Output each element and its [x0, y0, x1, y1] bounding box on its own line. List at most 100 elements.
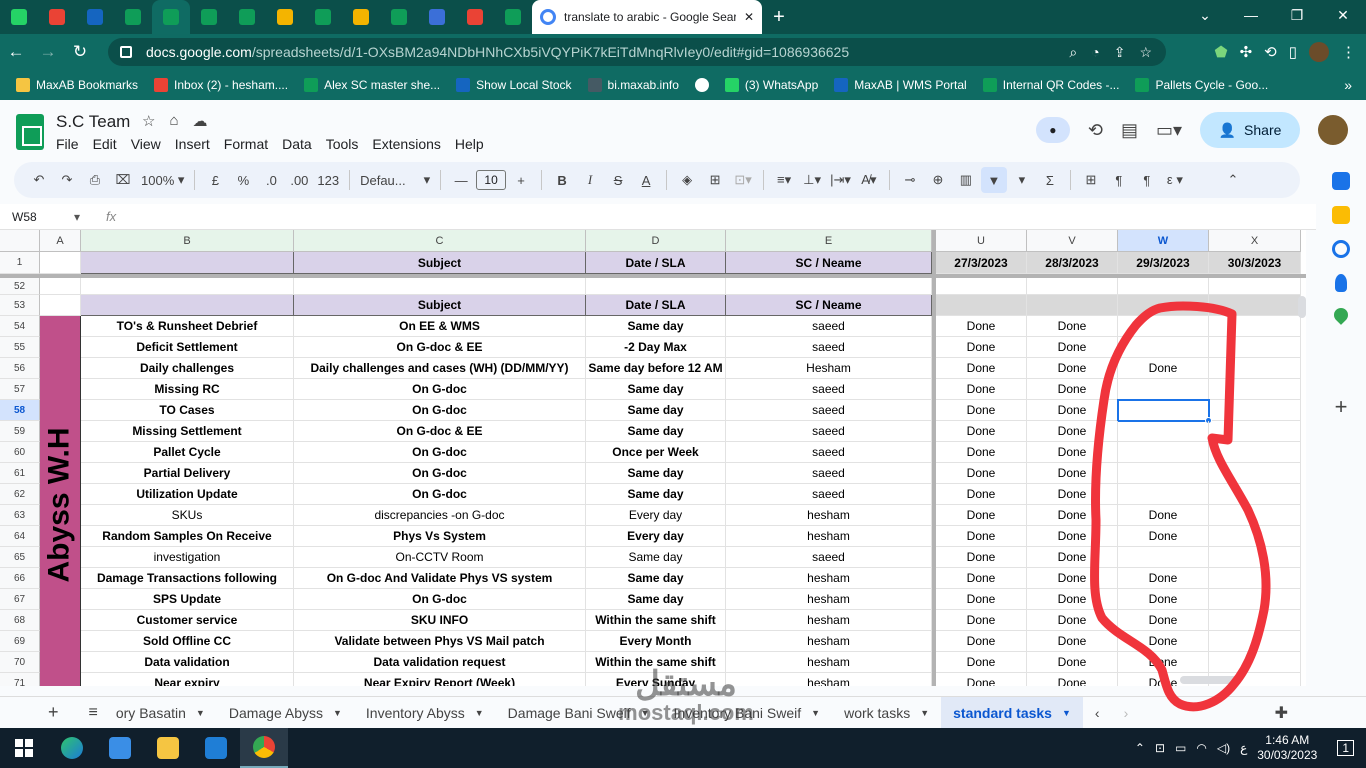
row-header[interactable]: 55 [0, 337, 40, 358]
number-format-button[interactable]: 123 [314, 167, 342, 193]
status-cell[interactable]: Done [1118, 589, 1209, 610]
sla-cell[interactable]: Same day [586, 379, 726, 400]
column-header-e[interactable]: E [726, 230, 932, 252]
filter-icon[interactable]: ▼ [980, 167, 1007, 193]
print-icon[interactable]: ⎙ [82, 167, 108, 193]
star-icon[interactable]: ☆ [142, 112, 155, 130]
borders-icon[interactable]: ⊞ [702, 167, 728, 193]
status-cell[interactable] [1209, 484, 1301, 505]
sc-cell[interactable]: hesham [726, 589, 932, 610]
increase-decimal-button[interactable]: .00 [286, 167, 312, 193]
header-cell-c[interactable]: Subject [294, 252, 586, 274]
status-cell[interactable] [1118, 316, 1209, 337]
status-cell[interactable]: Done [936, 316, 1027, 337]
start-button[interactable] [0, 728, 48, 768]
status-cell[interactable]: Done [936, 610, 1027, 631]
browser-tab[interactable] [38, 0, 76, 34]
status-cell[interactable] [1209, 547, 1301, 568]
ltr-icon[interactable]: ¶ [1106, 167, 1132, 193]
status-cell[interactable]: Done [936, 652, 1027, 673]
reload-button[interactable]: ↻ [64, 42, 96, 62]
date-header-cell[interactable]: 27/3/2023 [936, 252, 1027, 274]
task-cell[interactable]: Partial Delivery [81, 463, 294, 484]
cloud-status-icon[interactable]: ☁ [193, 112, 208, 130]
status-cell[interactable]: Done [1027, 631, 1118, 652]
row-header[interactable]: 1 [0, 252, 40, 274]
minimize-button[interactable]: — [1228, 0, 1274, 30]
task-cell[interactable]: Missing RC [81, 379, 294, 400]
task-cell[interactable]: Random Samples On Receive [81, 526, 294, 547]
sc-cell[interactable]: hesham [726, 610, 932, 631]
store-button[interactable] [96, 728, 144, 768]
zoom-select[interactable]: 100% ▾ [138, 167, 187, 193]
status-cell[interactable] [1118, 421, 1209, 442]
subject-cell[interactable]: Daily challenges and cases (WH) (DD/MM/Y… [294, 358, 586, 379]
bookmark-item[interactable]: bi.maxab.info [580, 78, 687, 92]
status-cell[interactable] [1209, 631, 1301, 652]
status-cell[interactable]: Done [936, 673, 1027, 686]
close-window-button[interactable]: ✕ [1320, 0, 1366, 30]
status-cell[interactable]: Done [1027, 442, 1118, 463]
merge-cells-icon[interactable]: ⊡▾ [730, 167, 756, 193]
row-header[interactable]: 66 [0, 568, 40, 589]
filter-views-icon[interactable]: ▾ [1009, 167, 1035, 193]
status-cell[interactable]: Done [1027, 589, 1118, 610]
text-color-icon[interactable]: A [633, 167, 659, 193]
cell[interactable] [81, 278, 294, 295]
url-field[interactable]: docs.google.com/spreadsheets/d/1-OXsBM2a… [108, 38, 1166, 66]
notifications-icon[interactable]: 1 [1337, 740, 1354, 756]
cell[interactable] [726, 278, 932, 295]
sheet-tab[interactable]: work tasks ▼ [832, 705, 941, 721]
strikethrough-icon[interactable]: S [605, 167, 631, 193]
subject-cell[interactable]: Data validation request [294, 652, 586, 673]
undo-icon[interactable]: ↶ [26, 167, 52, 193]
status-cell[interactable] [1118, 337, 1209, 358]
status-cell[interactable] [1209, 337, 1301, 358]
task-cell[interactable]: SPS Update [81, 589, 294, 610]
cell[interactable] [1027, 278, 1118, 295]
column-header-w[interactable]: W [1118, 230, 1209, 252]
sla-cell[interactable]: Same day [586, 568, 726, 589]
status-cell[interactable]: Done [1027, 610, 1118, 631]
column-header-v[interactable]: V [1027, 230, 1118, 252]
status-cell[interactable]: Done [1027, 568, 1118, 589]
paint-format-icon[interactable]: ⌧ [110, 167, 136, 193]
subject-cell[interactable]: On G-doc [294, 589, 586, 610]
status-cell[interactable] [1209, 526, 1301, 547]
row-header[interactable]: 71 [0, 673, 40, 686]
currency-button[interactable]: £ [202, 167, 228, 193]
chevron-down-icon[interactable]: ▼ [196, 708, 205, 718]
row-header[interactable]: 69 [0, 631, 40, 652]
sc-cell[interactable]: hesham [726, 526, 932, 547]
menu-extensions[interactable]: Extensions [372, 136, 446, 152]
subheader-cell-e[interactable]: SC / Neame [726, 295, 932, 316]
row-header[interactable]: 63 [0, 505, 40, 526]
sheet-tab[interactable]: Damage Abyss ▼ [217, 705, 354, 721]
rtl-icon[interactable]: ¶ [1134, 167, 1160, 193]
previous-sheet-icon[interactable]: ‹ [1083, 705, 1112, 721]
status-cell[interactable] [1118, 442, 1209, 463]
status-cell[interactable]: Done [1027, 547, 1118, 568]
task-cell[interactable]: Daily challenges [81, 358, 294, 379]
task-cell[interactable]: Sold Offline CC [81, 631, 294, 652]
subject-cell[interactable]: On EE & WMS [294, 316, 586, 337]
browser-tab[interactable] [342, 0, 380, 34]
sla-cell[interactable]: Same day [586, 547, 726, 568]
row-header[interactable]: 62 [0, 484, 40, 505]
row-header[interactable]: 61 [0, 463, 40, 484]
status-cell[interactable] [1209, 442, 1301, 463]
cell[interactable] [586, 278, 726, 295]
calendar-icon[interactable] [1332, 172, 1350, 190]
add-addon-icon[interactable]: + [1335, 394, 1348, 420]
font-size-input[interactable]: 10 [476, 170, 507, 190]
sc-cell[interactable]: saeed [726, 463, 932, 484]
cell[interactable] [936, 295, 1027, 316]
horizontal-align-icon[interactable]: ≡▾ [771, 167, 797, 193]
bookmark-item[interactable]: Alex SC master she... [296, 78, 448, 92]
input-tools-icon[interactable]: ε ▾ [1162, 167, 1188, 193]
date-header-cell[interactable]: 28/3/2023 [1027, 252, 1118, 274]
performance-icon[interactable]: ◔ [1091, 44, 1099, 60]
column-header-a[interactable]: A [40, 230, 81, 252]
selected-cell-outline[interactable] [1117, 399, 1210, 422]
header-cell-b[interactable] [81, 252, 294, 274]
